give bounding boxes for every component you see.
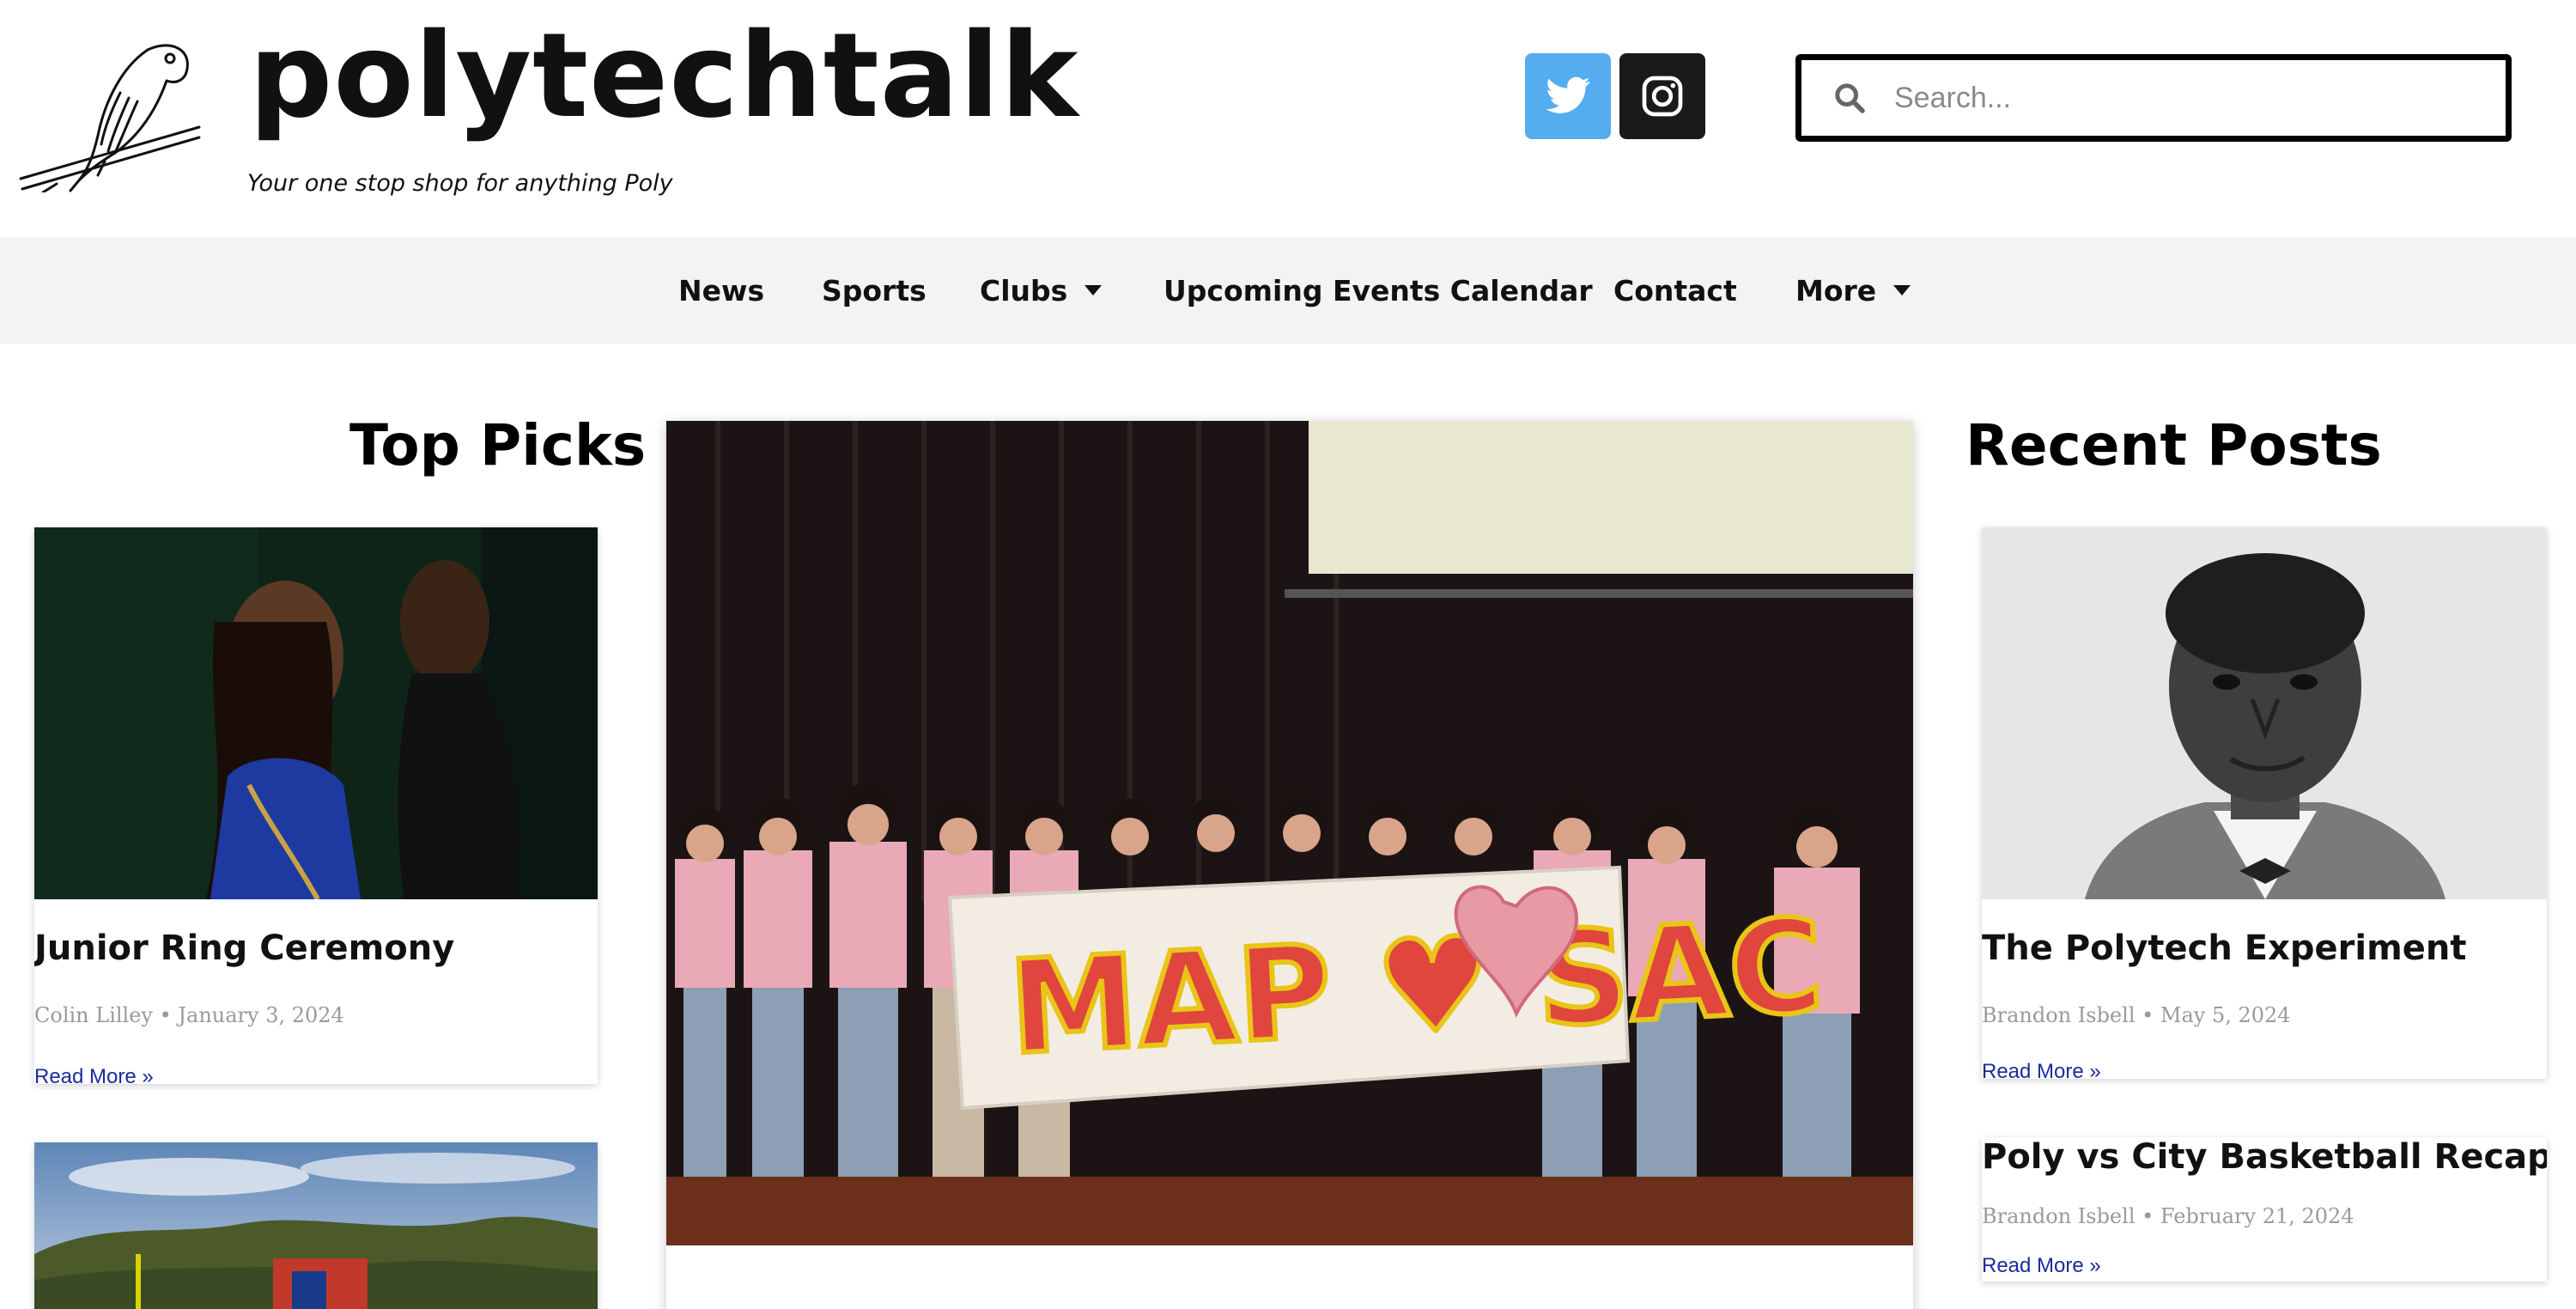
- search-form[interactable]: [1795, 54, 2512, 142]
- top-picks-heading: Top Picks: [349, 412, 647, 478]
- post-thumbnail[interactable]: [34, 1142, 598, 1309]
- post-meta: Brandon Isbell • February 21, 2024: [1982, 1204, 2354, 1228]
- featured-post[interactable]: MAP ♥ SAC: [666, 421, 1913, 1309]
- main-nav: News Sports Clubs Upcoming Events Calend…: [0, 237, 2576, 344]
- top-pick-card[interactable]: [34, 1142, 598, 1309]
- nav-item-contact[interactable]: Contact: [1613, 237, 1737, 344]
- dropdown-caret-icon[interactable]: [1893, 285, 1911, 295]
- post-title[interactable]: The Polytech Experiment: [1982, 928, 2467, 968]
- nav-label: Sports: [822, 273, 927, 307]
- search-input[interactable]: [1894, 81, 2452, 115]
- twitter-button[interactable]: [1525, 53, 1611, 139]
- nav-label: Clubs: [980, 273, 1068, 307]
- nav-label: News: [678, 273, 765, 307]
- parrot-logo-icon[interactable]: [19, 33, 201, 192]
- nav-item-upcoming-events-calendar[interactable]: Upcoming Events Calendar: [1163, 237, 1593, 344]
- instagram-icon: [1642, 76, 1683, 117]
- nav-label: More: [1795, 273, 1877, 307]
- top-pick-card[interactable]: Junior Ring Ceremony Colin Lilley • Janu…: [34, 527, 598, 1084]
- twitter-icon: [1546, 76, 1590, 113]
- post-title[interactable]: Junior Ring Ceremony: [34, 928, 454, 968]
- nav-label: Contact: [1613, 273, 1737, 307]
- read-more-link[interactable]: Read More »: [1982, 1060, 2101, 1079]
- read-more-link[interactable]: Read More »: [1982, 1254, 2101, 1278]
- featured-image[interactable]: MAP ♥ SAC: [666, 421, 1913, 1245]
- search-icon[interactable]: [1832, 81, 1867, 115]
- dropdown-caret-icon[interactable]: [1084, 285, 1103, 295]
- recent-post-card[interactable]: The Polytech Experiment Brandon Isbell •…: [1982, 527, 2547, 1079]
- nav-item-sports[interactable]: Sports: [822, 237, 927, 344]
- nav-label: Upcoming Events Calendar: [1163, 273, 1593, 307]
- recent-posts-heading: Recent Posts: [1965, 412, 2382, 478]
- recent-post-card[interactable]: Poly vs City Basketball Recap Brandon Is…: [1982, 1137, 2547, 1282]
- post-meta: Colin Lilley • January 3, 2024: [34, 1003, 344, 1027]
- post-meta: Brandon Isbell • May 5, 2024: [1982, 1003, 2291, 1027]
- instagram-button[interactable]: [1619, 53, 1705, 139]
- site-title[interactable]: polytechtalk: [249, 7, 1079, 147]
- nav-item-news[interactable]: News: [678, 237, 764, 344]
- site-tagline: Your one stop shop for anything Poly: [247, 170, 673, 197]
- post-title[interactable]: Poly vs City Basketball Recap: [1982, 1137, 2547, 1177]
- nav-item-more[interactable]: More: [1795, 237, 1911, 344]
- read-more-link[interactable]: Read More »: [34, 1065, 154, 1084]
- post-thumbnail[interactable]: [1982, 527, 2547, 899]
- nav-item-clubs[interactable]: Clubs: [980, 237, 1103, 344]
- post-thumbnail[interactable]: [34, 527, 598, 899]
